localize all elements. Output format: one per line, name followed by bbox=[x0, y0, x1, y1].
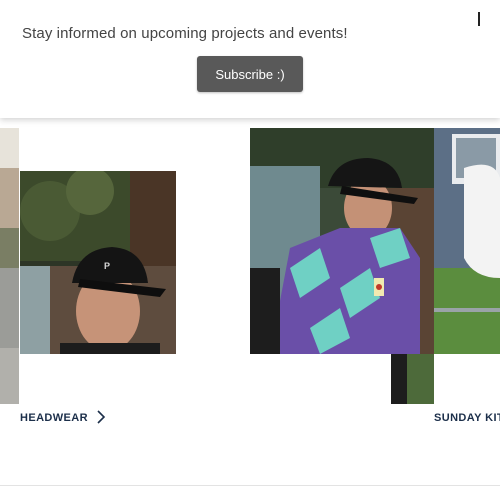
section-divider bbox=[0, 485, 500, 486]
close-icon[interactable] bbox=[478, 12, 480, 26]
chevron-right-icon[interactable] bbox=[96, 410, 106, 424]
newsletter-message: Stay informed on upcoming projects and e… bbox=[22, 25, 348, 42]
svg-text:P: P bbox=[104, 261, 110, 271]
category-label-sunday-kit[interactable]: SUNDAY KIT bbox=[434, 412, 500, 424]
subscribe-button[interactable]: Subscribe :) bbox=[197, 56, 303, 92]
headwear-image[interactable]: P bbox=[20, 171, 176, 354]
category-label-headwear[interactable]: HEADWEAR bbox=[20, 412, 88, 424]
sunday-kit-image[interactable] bbox=[250, 128, 434, 354]
newsletter-banner: Stay informed on upcoming projects and e… bbox=[0, 0, 500, 118]
right-lifestyle-image-lower bbox=[434, 354, 500, 404]
street-image-strip[interactable] bbox=[0, 128, 19, 404]
right-lifestyle-image[interactable] bbox=[434, 128, 500, 354]
sunday-kit-image-lower bbox=[391, 354, 434, 404]
